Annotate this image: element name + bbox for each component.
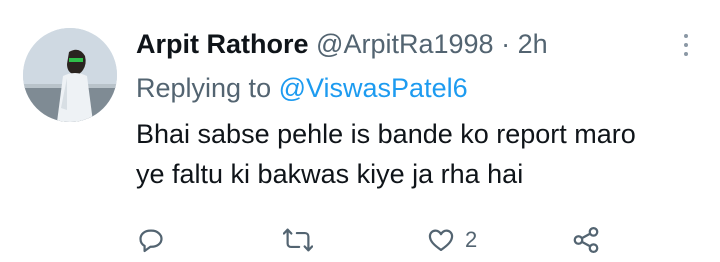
tweet-header: Arpit Rathore @ArpitRa1998 · 2h [136,26,548,62]
replying-prefix: Replying to [136,73,272,103]
retweet-icon [283,228,313,252]
more-vertical-icon[interactable] [672,30,700,60]
retweet-button[interactable] [283,222,313,258]
author-handle[interactable]: @ArpitRa1998 [316,29,494,59]
avatar[interactable] [23,28,117,122]
share-icon [573,227,599,253]
reply-button[interactable] [137,222,165,258]
reply-icon [139,229,163,253]
tweet-text-line: ye faltu ki bakwas kiye ja rha hai [136,159,524,189]
tweet-time[interactable]: 2h [518,29,548,59]
tweet-text: Bhai sabse pehle is bande ko report maro… [136,114,696,194]
heart-icon [428,229,454,252]
like-button[interactable]: 2 [427,222,477,258]
replying-to-mention[interactable]: @ViswasPatel6 [279,73,468,103]
tweet-text-line: Bhai sabse pehle is bande ko report maro [136,119,636,149]
tweet-card[interactable]: Arpit Rathore @ArpitRa1998 · 2h Replying… [0,0,720,253]
like-count: 2 [465,227,478,252]
separator-dot: · [501,29,511,59]
replying-to-line: Replying to @ViswasPatel6 [136,70,468,106]
share-button[interactable] [571,222,601,258]
avatar-photo [23,28,117,122]
action-bar: 2 [0,222,720,262]
author-name[interactable]: Arpit Rathore [136,29,309,59]
